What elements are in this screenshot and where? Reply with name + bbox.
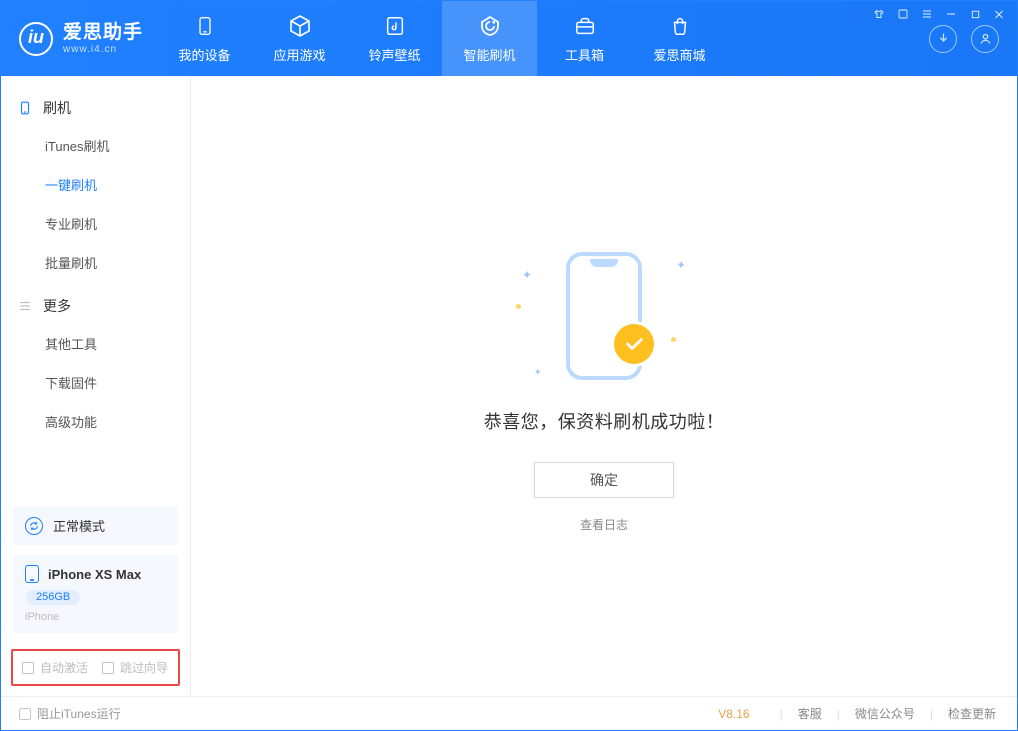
success-illustration: ✦ ✦ ✦ <box>514 246 694 386</box>
check-badge-icon <box>614 324 654 364</box>
minimize-button[interactable] <box>945 8 957 20</box>
body: 刷机 iTunes刷机 一键刷机 专业刷机 批量刷机 更多 其他工具 <box>1 76 1017 696</box>
tab-label: 铃声壁纸 <box>369 45 421 64</box>
footer-right: V8.16 | 客服 | 微信公众号 | 检查更新 <box>718 705 999 722</box>
device-name: iPhone XS Max <box>48 567 141 582</box>
sidebar: 刷机 iTunes刷机 一键刷机 专业刷机 批量刷机 更多 其他工具 <box>1 76 191 696</box>
checkbox-label: 自动激活 <box>40 659 88 676</box>
sidebar-cards: 正常模式 iPhone XS Max 256GB iPhone <box>1 498 190 643</box>
tab-store[interactable]: 爱思商城 <box>632 1 727 76</box>
sidebar-group-more: 更多 其他工具 下载固件 高级功能 <box>1 288 190 447</box>
sidebar-item-advanced[interactable]: 高级功能 <box>1 402 190 441</box>
wechat-link[interactable]: 微信公众号 <box>852 705 918 722</box>
success-message: 恭喜您，保资料刷机成功啦！ <box>484 408 725 434</box>
sidebar-item-oneclick-flash[interactable]: 一键刷机 <box>1 165 190 204</box>
flash-icon <box>477 13 503 39</box>
sparkle-icon: ✦ <box>534 367 542 378</box>
checkbox-skip-wizard[interactable]: 跳过向导 <box>102 659 168 676</box>
mode-label: 正常模式 <box>53 516 105 535</box>
dot-icon <box>516 304 521 309</box>
maximize-button[interactable] <box>969 8 981 20</box>
phone-icon <box>25 565 39 583</box>
tab-apps[interactable]: 应用游戏 <box>252 1 347 76</box>
device-mode-card[interactable]: 正常模式 <box>13 506 178 545</box>
phone-icon <box>17 100 33 116</box>
check-update-link[interactable]: 检查更新 <box>945 705 999 722</box>
version-label: V8.16 <box>718 707 749 721</box>
logo-text: 爱思助手 www.i4.cn <box>63 22 143 55</box>
support-link[interactable]: 客服 <box>795 705 825 722</box>
apps-icon <box>287 13 313 39</box>
tab-label: 应用游戏 <box>274 45 326 64</box>
checkbox-label: 阻止iTunes运行 <box>37 705 121 722</box>
checkbox-block-itunes[interactable]: 阻止iTunes运行 <box>19 705 121 722</box>
checkbox-label: 跳过向导 <box>120 659 168 676</box>
app-logo: iu 爱思助手 www.i4.cn <box>1 1 157 76</box>
tab-my-device[interactable]: 我的设备 <box>157 1 252 76</box>
tab-flash[interactable]: 智能刷机 <box>442 1 537 76</box>
device-type: iPhone <box>25 611 166 623</box>
dot-icon <box>671 337 676 342</box>
user-button[interactable] <box>971 25 999 53</box>
ok-button[interactable]: 确定 <box>534 462 674 498</box>
header: iu 爱思助手 www.i4.cn 我的设备 应用游戏 <box>1 1 1017 76</box>
title-bar-actions <box>873 8 1005 20</box>
tab-label: 我的设备 <box>179 45 231 64</box>
group-label: 更多 <box>43 296 71 316</box>
header-tabs: 我的设备 应用游戏 铃声壁纸 智能刷机 <box>157 1 727 76</box>
tab-toolbox[interactable]: 工具箱 <box>537 1 632 76</box>
footer: 阻止iTunes运行 V8.16 | 客服 | 微信公众号 | 检查更新 <box>1 696 1017 730</box>
refresh-icon <box>25 517 43 535</box>
tab-label: 工具箱 <box>565 45 604 64</box>
sidebar-group-flash: 刷机 iTunes刷机 一键刷机 专业刷机 批量刷机 <box>1 90 190 288</box>
close-button[interactable] <box>993 8 1005 20</box>
tab-ringtones[interactable]: 铃声壁纸 <box>347 1 442 76</box>
download-button[interactable] <box>929 25 957 53</box>
app-name: 爱思助手 <box>63 22 143 44</box>
sparkle-icon: ✦ <box>522 268 532 282</box>
menu-icon[interactable] <box>921 8 933 20</box>
sidebar-item-other-tools[interactable]: 其他工具 <box>1 324 190 363</box>
ringtone-icon <box>382 13 408 39</box>
storage-badge: 256GB <box>26 590 80 605</box>
checkbox-auto-activate[interactable]: 自动激活 <box>22 659 88 676</box>
app-url: www.i4.cn <box>63 44 143 56</box>
flash-options-row: 自动激活 跳过向导 <box>11 649 180 686</box>
tab-label: 爱思商城 <box>654 45 706 64</box>
tab-label: 智能刷机 <box>464 45 516 64</box>
sidebar-item-batch-flash[interactable]: 批量刷机 <box>1 243 190 282</box>
sidebar-group-title: 更多 <box>1 288 190 324</box>
list-icon <box>17 298 33 314</box>
store-icon <box>667 13 693 39</box>
main-content: ✦ ✦ ✦ 恭喜您，保资料刷机成功啦！ 确定 查看日志 <box>191 76 1017 696</box>
shirt-icon[interactable] <box>873 8 885 20</box>
sidebar-group-title: 刷机 <box>1 90 190 126</box>
lock-icon[interactable] <box>897 8 909 20</box>
group-label: 刷机 <box>43 98 71 118</box>
sidebar-item-itunes-flash[interactable]: iTunes刷机 <box>1 126 190 165</box>
device-info-card[interactable]: iPhone XS Max 256GB iPhone <box>13 555 178 633</box>
device-icon <box>192 13 218 39</box>
sidebar-item-download-firmware[interactable]: 下载固件 <box>1 363 190 402</box>
app-window: iu 爱思助手 www.i4.cn 我的设备 应用游戏 <box>0 0 1018 731</box>
view-log-link[interactable]: 查看日志 <box>580 516 628 533</box>
toolbox-icon <box>572 13 598 39</box>
sparkle-icon: ✦ <box>675 257 687 273</box>
logo-icon: iu <box>19 22 53 56</box>
sidebar-item-pro-flash[interactable]: 专业刷机 <box>1 204 190 243</box>
